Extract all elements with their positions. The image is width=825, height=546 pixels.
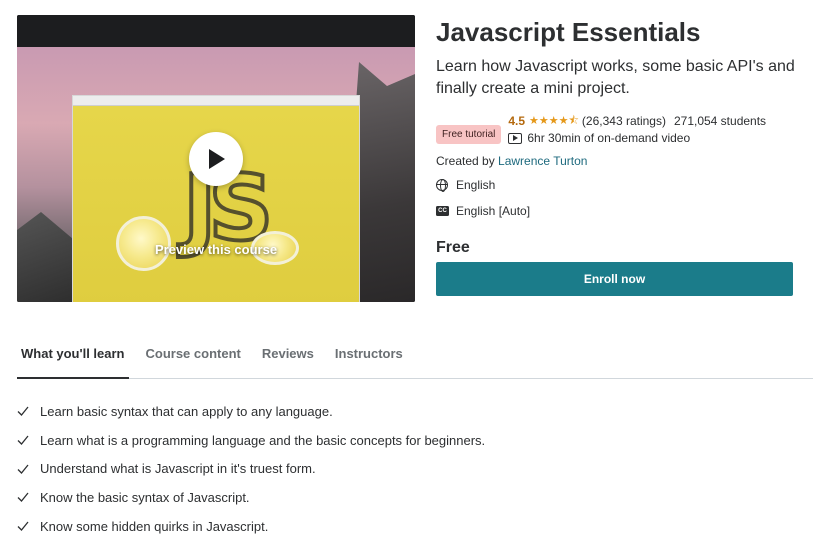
learn-item-text: Know the basic syntax of Javascript. xyxy=(40,489,250,505)
rating-row: Free tutorial 4.5 ★★★★⯪ (26,343 ratings)… xyxy=(436,113,766,146)
captions-row: CC English [Auto] xyxy=(436,204,530,218)
course-preview-video[interactable]: JS Preview this course xyxy=(17,15,415,302)
learn-list: Learn basic syntax that can apply to any… xyxy=(17,397,485,540)
course-info-panel: Javascript Essentials Learn how Javascri… xyxy=(436,17,806,296)
checkmark-icon xyxy=(17,492,29,503)
list-item: Understand what is Javascript in it's tr… xyxy=(17,454,485,483)
created-by-label: Created by xyxy=(436,154,495,168)
course-price: Free xyxy=(436,239,470,256)
tab-course-content[interactable]: Course content xyxy=(142,337,245,379)
list-item: Know some hidden quirks in Javascript. xyxy=(17,512,485,541)
play-icon xyxy=(209,149,225,169)
course-tabs: What you'll learn Course content Reviews… xyxy=(17,337,813,379)
preview-course-label[interactable]: Preview this course xyxy=(17,242,415,257)
list-item: Learn basic syntax that can apply to any… xyxy=(17,397,485,426)
learn-item-text: Understand what is Javascript in it's tr… xyxy=(40,461,316,477)
tab-instructors[interactable]: Instructors xyxy=(331,337,407,379)
learn-item-text: Know some hidden quirks in Javascript. xyxy=(40,518,269,534)
created-by: Created by Lawrence Turton xyxy=(436,154,587,168)
star-rating-icon: ★★★★⯪ xyxy=(529,115,579,127)
captions-value: English [Auto] xyxy=(456,204,531,218)
video-length: 6hr 30min of on-demand video xyxy=(527,131,691,145)
checkmark-icon xyxy=(17,464,29,474)
rating-line: 4.5 ★★★★⯪ (26,343 ratings) 271,054 stude… xyxy=(508,113,766,129)
students-count: 271,054 students xyxy=(673,114,767,128)
video-top-bar xyxy=(17,15,415,47)
course-subtitle: Learn how Javascript works, some basic A… xyxy=(436,58,795,97)
checkmark-icon xyxy=(17,521,29,532)
checkmark-icon xyxy=(17,406,29,417)
learn-item-text: Learn basic syntax that can apply to any… xyxy=(40,403,333,419)
language-value: English xyxy=(456,178,496,192)
browser-mockup-image: JS xyxy=(72,95,360,302)
rating-block: 4.5 ★★★★⯪ (26,343 ratings) 271,054 stude… xyxy=(508,113,766,146)
closed-captions-icon: CC xyxy=(436,206,449,216)
video-length-line: 6hr 30min of on-demand video xyxy=(508,130,766,146)
enroll-now-button[interactable]: Enroll now xyxy=(436,262,793,296)
browser-mockup-bar xyxy=(73,96,359,106)
checkmark-icon xyxy=(17,435,29,446)
free-tutorial-badge: Free tutorial xyxy=(436,125,502,144)
tab-what-youll-learn[interactable]: What you'll learn xyxy=(17,337,129,379)
play-button[interactable] xyxy=(189,132,243,186)
language-row: English xyxy=(436,178,495,192)
video-icon xyxy=(508,132,523,144)
instructor-link[interactable]: Lawrence Turton xyxy=(498,154,587,168)
globe-icon xyxy=(436,179,448,192)
learn-item-text: Learn what is a programming language and… xyxy=(40,432,486,448)
list-item: Learn what is a programming language and… xyxy=(17,426,485,455)
ratings-count-link[interactable]: (26,343 ratings) xyxy=(582,113,666,129)
tab-reviews[interactable]: Reviews xyxy=(258,337,318,379)
course-title: Javascript Essentials xyxy=(436,17,701,47)
list-item: Know the basic syntax of Javascript. xyxy=(17,483,485,512)
rating-value: 4.5 xyxy=(508,114,526,128)
